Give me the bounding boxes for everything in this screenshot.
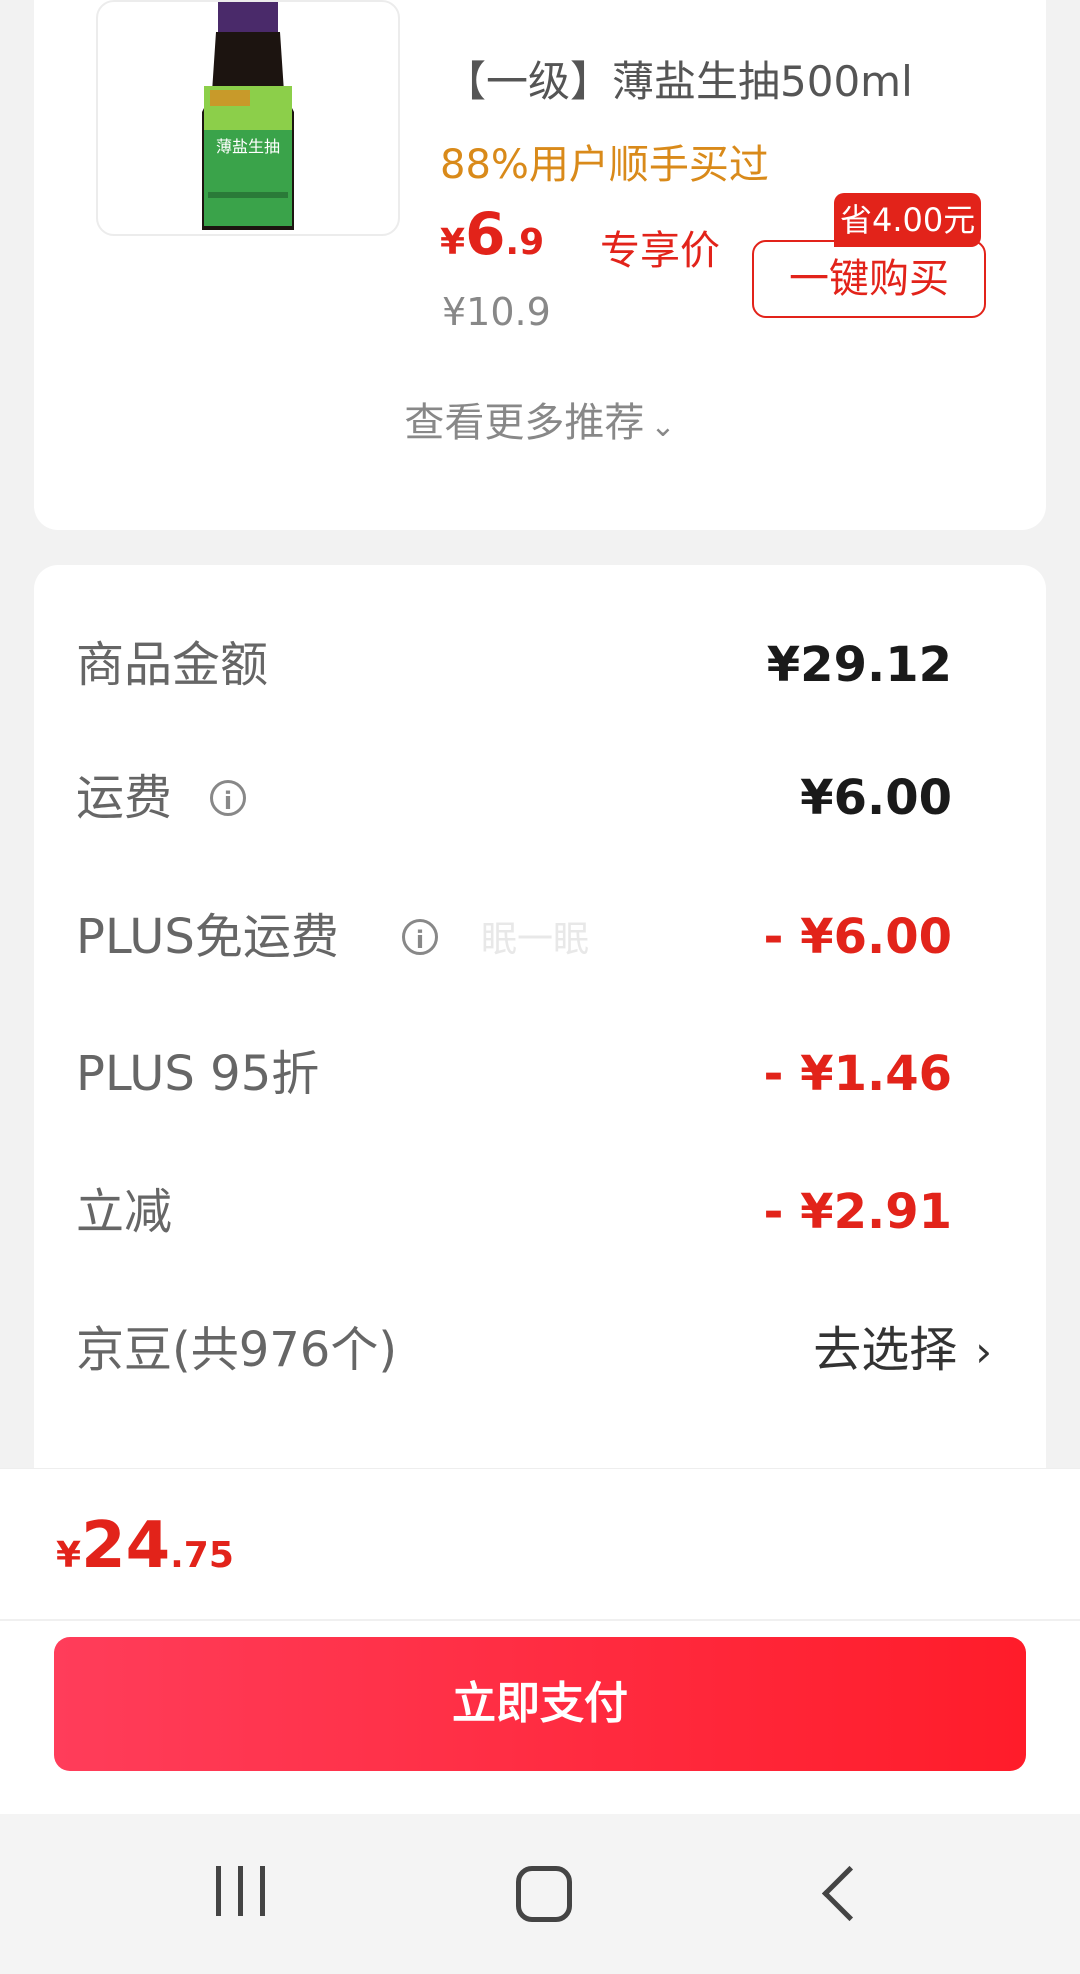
summary-row-jingdou[interactable]: 京豆(共976个) 去选择 ›	[76, 1315, 992, 1385]
divider	[0, 1619, 1080, 1621]
plus-free-shipping-label: PLUS免运费	[76, 909, 339, 965]
jingdou-select-label: 去选择	[813, 1322, 958, 1378]
chevron-right-icon: ›	[975, 1327, 992, 1376]
plus-free-shipping-value: - ¥6.00	[763, 909, 952, 965]
total-decimal: .75	[170, 1535, 234, 1576]
original-price: ¥10.9	[442, 290, 551, 334]
plus-discount-label: PLUS 95折	[76, 1046, 320, 1102]
soy-sauce-bottle-image: 薄盐生抽	[202, 2, 294, 230]
home-icon[interactable]	[480, 1854, 600, 1934]
recent-apps-icon[interactable]	[180, 1854, 300, 1934]
one-click-buy-button[interactable]: 一键购买	[752, 240, 986, 318]
jingdou-label: 京豆(共976个)	[76, 1322, 398, 1378]
summary-row-plus-discount: PLUS 95折 - ¥1.46	[76, 1039, 952, 1109]
jingdou-select-link[interactable]: 去选择 ›	[813, 1315, 992, 1387]
total-amount: ¥24.75	[56, 1509, 234, 1583]
payment-bar: ¥24.75 立即支付	[0, 1468, 1080, 1815]
summary-row-instant-reduction: 立减 - ¥2.91	[76, 1177, 952, 1247]
watermark-text: 眠一眠	[481, 919, 590, 960]
total-currency: ¥	[56, 1535, 82, 1576]
exclusive-price: ¥6.9	[440, 200, 544, 268]
summary-row-plus-free-shipping: PLUS免运费 i 眠一眠 - ¥6.00	[76, 902, 952, 972]
order-summary-card: 商品金额 ¥29.12 运费 i ¥6.00 PLUS免运费 i 眠一眠 - ¥…	[34, 565, 1046, 1565]
more-recommendations-link[interactable]: 查看更多推荐 ⌄	[34, 390, 1046, 448]
price-currency: ¥	[440, 222, 466, 263]
summary-row-shipping: 运费 i ¥6.00	[76, 763, 952, 833]
more-recommendations-label: 查看更多推荐	[404, 400, 645, 446]
instant-reduction-label: 立减	[76, 1184, 173, 1240]
system-navigation-bar	[0, 1814, 1080, 1974]
info-icon[interactable]: i	[210, 780, 246, 816]
exclusive-price-tag: 专享价	[600, 228, 720, 274]
recommendation-card: 薄盐生抽 【一级】薄盐生抽500ml 88%用户顺手买过 ¥6.9 专享价 ¥1…	[34, 0, 1046, 530]
info-icon[interactable]: i	[402, 919, 438, 955]
summary-row-goods-amount: 商品金额 ¥29.12	[76, 630, 952, 700]
save-amount-badge: 省4.00元	[834, 193, 982, 247]
chevron-down-icon: ⌄	[650, 409, 676, 444]
pay-now-button[interactable]: 立即支付	[54, 1637, 1026, 1771]
shipping-label: 运费	[76, 770, 173, 826]
bottle-label-text: 薄盐生抽	[216, 137, 280, 156]
plus-discount-value: - ¥1.46	[763, 1046, 952, 1102]
shipping-value: ¥6.00	[800, 770, 952, 826]
goods-amount-label: 商品金额	[76, 637, 269, 693]
price-integer: 6	[465, 200, 506, 268]
goods-amount-value: ¥29.12	[766, 637, 952, 693]
price-decimal: .9	[505, 222, 545, 263]
back-icon[interactable]	[790, 1854, 910, 1934]
instant-reduction-value: - ¥2.91	[763, 1184, 952, 1240]
recommendation-name[interactable]: 【一级】薄盐生抽500ml	[444, 48, 913, 109]
bought-together-text: 88%用户顺手买过	[440, 142, 769, 188]
total-integer: 24	[81, 1509, 171, 1583]
product-thumbnail[interactable]: 薄盐生抽	[96, 0, 400, 236]
